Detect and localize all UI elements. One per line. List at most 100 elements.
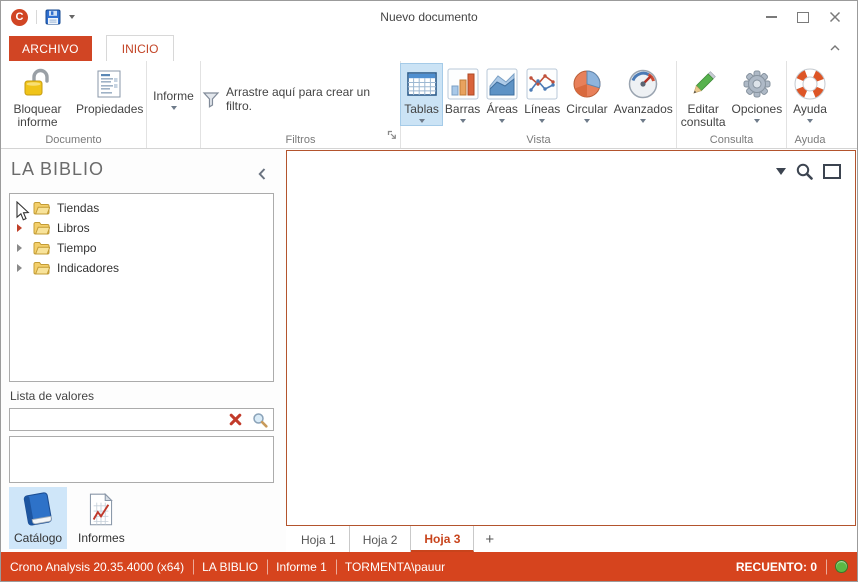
vista-barras-button[interactable]: Barras [442, 64, 483, 125]
informes-button[interactable]: Informes [73, 487, 130, 549]
chevron-down-icon [171, 106, 177, 110]
bar-chart-icon [447, 66, 479, 101]
chevron-up-icon [830, 45, 840, 51]
editar-consulta-button[interactable]: Editar consulta [678, 64, 729, 131]
collapse-ribbon-button[interactable] [827, 35, 843, 59]
maximize-button[interactable] [787, 4, 819, 30]
expand-icon[interactable] [17, 244, 22, 252]
vista-tablas-button[interactable]: Tablas [401, 64, 442, 125]
document-area: Hoja 1 Hoja 2 Hoja 3 + [286, 149, 857, 552]
expand-icon[interactable] [17, 264, 22, 272]
search-button[interactable] [247, 412, 273, 428]
ribbon-group-vista: Tablas Barras Áreas [401, 61, 677, 148]
dialog-launcher-icon [387, 130, 397, 140]
informe-dropdown-button[interactable]: Informe [150, 86, 197, 112]
sheet-tab-hoja1[interactable]: Hoja 1 [288, 526, 350, 552]
clear-search-button[interactable] [224, 413, 247, 426]
canvas-maximize-icon[interactable] [823, 164, 841, 179]
app-window: Nuevo documento C ARCHIVO INICIO [0, 0, 858, 582]
sheet-tab-hoja3[interactable]: Hoja 3 [411, 526, 474, 552]
catalogo-button[interactable]: Catálogo [9, 487, 67, 549]
minimize-button[interactable] [755, 4, 787, 30]
sheet-tab-bar: Hoja 1 Hoja 2 Hoja 3 + [286, 526, 857, 552]
pie-chart-icon [571, 66, 603, 101]
qat-customize-icon[interactable] [69, 15, 75, 19]
title-bar: Nuevo documento C [1, 1, 857, 33]
green-dot-icon [835, 560, 848, 573]
table-grid-icon [406, 66, 438, 101]
folder-icon [33, 221, 50, 235]
ribbon-tab-row: ARCHIVO INICIO [1, 33, 857, 61]
values-listbox[interactable] [9, 436, 274, 483]
tree-item-tiendas[interactable]: Tiendas [10, 198, 273, 218]
tree-item-tiempo[interactable]: Tiempo [10, 238, 273, 258]
window-title: Nuevo documento [1, 10, 857, 24]
group-label-vista: Vista [401, 134, 676, 146]
group-label-ayuda: Ayuda [787, 134, 833, 146]
document-lines-icon [93, 66, 125, 101]
expand-icon[interactable] [17, 204, 22, 212]
tab-archivo[interactable]: ARCHIVO [9, 36, 92, 61]
app-logo-icon[interactable]: C [11, 9, 28, 26]
bloquear-informe-button[interactable]: Bloquear informe [2, 64, 73, 131]
report-canvas[interactable] [286, 150, 856, 526]
status-app-version: Crono Analysis 20.35.4000 (x64) [1, 560, 193, 574]
ayuda-button[interactable]: Ayuda [790, 64, 830, 125]
chevron-down-icon [807, 119, 813, 123]
folder-icon [33, 201, 50, 215]
folder-icon [33, 261, 50, 275]
status-user: TORMENTA\pauur [336, 560, 454, 574]
dimension-tree: Tiendas Libros Tiempo Indicadores [9, 193, 274, 382]
blue-book-icon [19, 491, 57, 529]
chevron-down-icon [584, 119, 590, 123]
close-button[interactable] [819, 4, 851, 30]
lifebuoy-icon [794, 66, 826, 101]
tab-inicio[interactable]: INICIO [106, 35, 175, 61]
ribbon-group-ayuda: Ayuda Ayuda [787, 61, 833, 148]
ribbon-filler [833, 61, 857, 148]
close-icon [829, 11, 841, 23]
chevron-down-icon [499, 119, 505, 123]
vista-lineas-button[interactable]: Líneas [521, 64, 563, 125]
status-recuento: RECUENTO: 0 [727, 560, 826, 574]
lista-de-valores-label: Lista de valores [10, 389, 94, 403]
panel-title: LA BIBLIO [11, 159, 104, 180]
save-icon[interactable] [45, 9, 61, 25]
group-label-documento: Documento [1, 134, 146, 146]
area-chart-icon [486, 66, 518, 101]
status-bar: Crono Analysis 20.35.4000 (x64) LA BIBLI… [1, 552, 857, 581]
add-sheet-button[interactable]: + [474, 526, 505, 552]
ribbon-group-documento: Bloquear informe Propiedades Documento [1, 61, 147, 148]
window-controls [755, 4, 857, 30]
opciones-button[interactable]: Opciones [729, 64, 786, 125]
panel-mode-buttons: Catálogo Informes [9, 487, 130, 549]
canvas-zoom-icon[interactable] [796, 163, 813, 180]
propiedades-button[interactable]: Propiedades [73, 64, 145, 118]
quick-access-toolbar: C [1, 9, 75, 26]
filter-drop-zone[interactable]: Arrastre aquí para crear un filtro. [202, 85, 399, 113]
tree-item-libros[interactable]: Libros [10, 218, 273, 238]
canvas-dropdown-icon[interactable] [776, 168, 786, 175]
tree-item-indicadores[interactable]: Indicadores [10, 258, 273, 278]
panel-collapse-button[interactable] [256, 165, 268, 187]
minimize-icon [766, 16, 777, 18]
group-label-consulta: Consulta [677, 134, 786, 146]
vista-circular-button[interactable]: Circular [563, 64, 610, 125]
chevron-left-icon [258, 168, 266, 180]
red-x-icon [229, 413, 242, 426]
ribbon-group-informe: Informe [147, 61, 201, 148]
ribbon-group-filtros: Arrastre aquí para crear un filtro. Filt… [201, 61, 401, 148]
pencil-icon [687, 66, 719, 101]
funnel-icon [202, 90, 220, 108]
vista-avanzados-button[interactable]: Avanzados [611, 64, 676, 125]
canvas-toolbar [776, 163, 841, 180]
filtros-dialog-launcher[interactable] [387, 127, 397, 145]
sheet-tab-hoja2[interactable]: Hoja 2 [350, 526, 412, 552]
status-indicator [826, 560, 857, 573]
chevron-down-icon [640, 119, 646, 123]
ribbon-group-consulta: Editar consulta Opciones Consulta [677, 61, 787, 148]
vista-areas-button[interactable]: Áreas [483, 64, 521, 125]
value-search-input[interactable] [10, 409, 224, 430]
expand-icon[interactable] [17, 224, 22, 232]
value-search-box [9, 408, 274, 431]
